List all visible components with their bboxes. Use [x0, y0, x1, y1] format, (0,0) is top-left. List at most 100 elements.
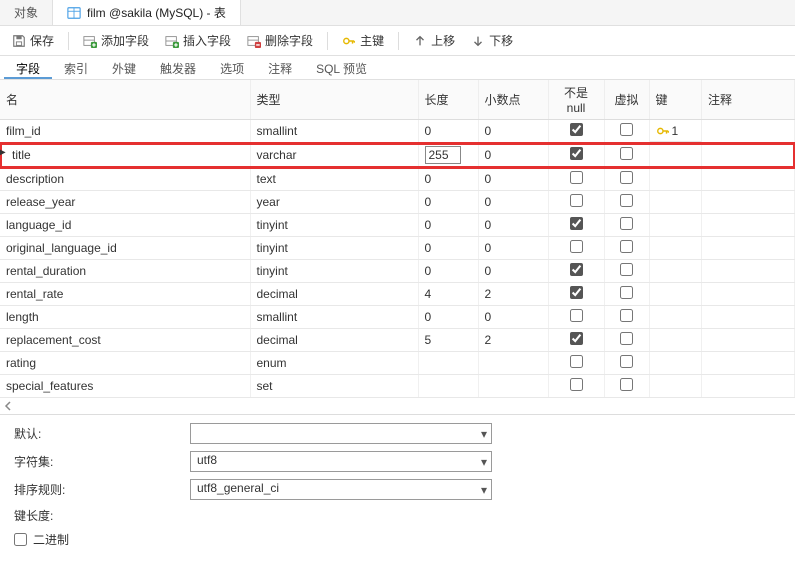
virtual-checkbox[interactable] — [620, 263, 633, 276]
cell-scale[interactable]: 0 — [478, 143, 548, 168]
cell-key[interactable] — [649, 306, 702, 329]
primary-key-button[interactable]: 主键 — [336, 29, 390, 52]
cell-name[interactable]: ▶title — [0, 143, 250, 168]
cell-virtual[interactable] — [604, 214, 649, 237]
cell-length[interactable]: 4 — [418, 283, 478, 306]
cell-scale[interactable]: 0 — [478, 260, 548, 283]
virtual-checkbox[interactable] — [620, 123, 633, 136]
cell-scale[interactable]: 0 — [478, 214, 548, 237]
cell-comment[interactable] — [702, 143, 795, 168]
insert-field-button[interactable]: 插入字段 — [159, 29, 237, 52]
cell-key[interactable] — [649, 329, 702, 352]
virtual-checkbox[interactable] — [620, 309, 633, 322]
col-header-length[interactable]: 长度 — [418, 80, 478, 120]
table-row[interactable]: language_idtinyint00 — [0, 214, 795, 237]
tab-object[interactable]: 对象 — [0, 0, 53, 25]
cell-name[interactable]: replacement_cost — [0, 329, 250, 352]
table-row[interactable]: original_language_idtinyint00 — [0, 237, 795, 260]
tab-注释[interactable]: 注释 — [256, 56, 304, 79]
notnull-checkbox[interactable] — [570, 217, 583, 230]
cell-type[interactable]: decimal — [250, 283, 418, 306]
col-header-virtual[interactable]: 虚拟 — [604, 80, 649, 120]
cell-notnull[interactable] — [548, 329, 604, 352]
notnull-checkbox[interactable] — [570, 286, 583, 299]
cell-notnull[interactable] — [548, 260, 604, 283]
cell-key[interactable] — [649, 214, 702, 237]
virtual-checkbox[interactable] — [620, 332, 633, 345]
cell-scale[interactable] — [478, 375, 548, 398]
cell-notnull[interactable] — [548, 214, 604, 237]
tab-字段[interactable]: 字段 — [4, 56, 52, 79]
notnull-checkbox[interactable] — [570, 240, 583, 253]
cell-type[interactable]: tinyint — [250, 260, 418, 283]
cell-scale[interactable]: 0 — [478, 237, 548, 260]
cell-comment[interactable] — [702, 329, 795, 352]
cell-scale[interactable] — [478, 352, 548, 375]
cell-name[interactable]: film_id — [0, 120, 250, 143]
cell-notnull[interactable] — [548, 120, 604, 143]
cell-type[interactable]: set — [250, 375, 418, 398]
cell-type[interactable]: text — [250, 168, 418, 191]
cell-virtual[interactable] — [604, 168, 649, 191]
cell-key[interactable]: 1 — [650, 120, 702, 142]
cell-virtual[interactable] — [604, 143, 649, 168]
cell-name[interactable]: length — [0, 306, 250, 329]
virtual-checkbox[interactable] — [620, 217, 633, 230]
cell-key[interactable] — [649, 237, 702, 260]
cell-key[interactable] — [649, 168, 702, 191]
cell-comment[interactable] — [702, 260, 795, 283]
cell-length[interactable]: 5 — [418, 329, 478, 352]
cell-notnull[interactable] — [548, 283, 604, 306]
tab-table-film[interactable]: film @sakila (MySQL) - 表 — [53, 0, 241, 25]
notnull-checkbox[interactable] — [570, 194, 583, 207]
cell-length[interactable]: 0 — [418, 168, 478, 191]
cell-length[interactable]: 0 — [418, 191, 478, 214]
table-row[interactable]: rental_ratedecimal42 — [0, 283, 795, 306]
table-row[interactable]: ratingenum — [0, 352, 795, 375]
cell-name[interactable]: original_language_id — [0, 237, 250, 260]
notnull-checkbox[interactable] — [570, 355, 583, 368]
cell-comment[interactable] — [702, 214, 795, 237]
cell-key[interactable] — [649, 143, 702, 168]
col-header-comment[interactable]: 注释 — [702, 80, 795, 120]
cell-length[interactable]: 0 — [418, 237, 478, 260]
cell-virtual[interactable] — [604, 375, 649, 398]
horizontal-scroll[interactable] — [0, 398, 795, 414]
cell-name[interactable]: rental_duration — [0, 260, 250, 283]
save-button[interactable]: 保存 — [6, 29, 60, 52]
cell-length[interactable]: 255 — [418, 143, 478, 168]
cell-comment[interactable] — [702, 306, 795, 329]
cell-comment[interactable] — [702, 168, 795, 191]
charset-select[interactable]: utf8 ▾ — [190, 451, 492, 472]
cell-key[interactable] — [649, 283, 702, 306]
cell-scale[interactable]: 2 — [478, 329, 548, 352]
table-row[interactable]: ▶titlevarchar2550 — [0, 143, 795, 168]
cell-length[interactable]: 0 — [418, 306, 478, 329]
cell-key[interactable] — [649, 260, 702, 283]
cell-virtual[interactable] — [604, 352, 649, 375]
cell-length[interactable] — [418, 375, 478, 398]
cell-name[interactable]: rating — [0, 352, 250, 375]
cell-scale[interactable]: 2 — [478, 283, 548, 306]
cell-type[interactable]: smallint — [250, 120, 418, 143]
cell-length[interactable]: 0 — [418, 214, 478, 237]
tab-触发器[interactable]: 触发器 — [148, 56, 208, 79]
cell-comment[interactable] — [702, 120, 795, 143]
cell-virtual[interactable] — [604, 191, 649, 214]
cell-name[interactable]: language_id — [0, 214, 250, 237]
collation-select[interactable]: utf8_general_ci ▾ — [190, 479, 492, 500]
cell-comment[interactable] — [702, 352, 795, 375]
virtual-checkbox[interactable] — [620, 194, 633, 207]
table-row[interactable]: rental_durationtinyint00 — [0, 260, 795, 283]
cell-comment[interactable] — [702, 191, 795, 214]
cell-key[interactable] — [649, 191, 702, 214]
cell-virtual[interactable] — [604, 283, 649, 306]
cell-name[interactable]: description — [0, 168, 250, 191]
virtual-checkbox[interactable] — [620, 147, 633, 160]
cell-comment[interactable] — [702, 375, 795, 398]
virtual-checkbox[interactable] — [620, 378, 633, 391]
table-row[interactable]: film_idsmallint00 1 — [0, 120, 795, 143]
col-header-type[interactable]: 类型 — [250, 80, 418, 120]
virtual-checkbox[interactable] — [620, 355, 633, 368]
length-edit-input[interactable]: 255 — [425, 146, 461, 164]
